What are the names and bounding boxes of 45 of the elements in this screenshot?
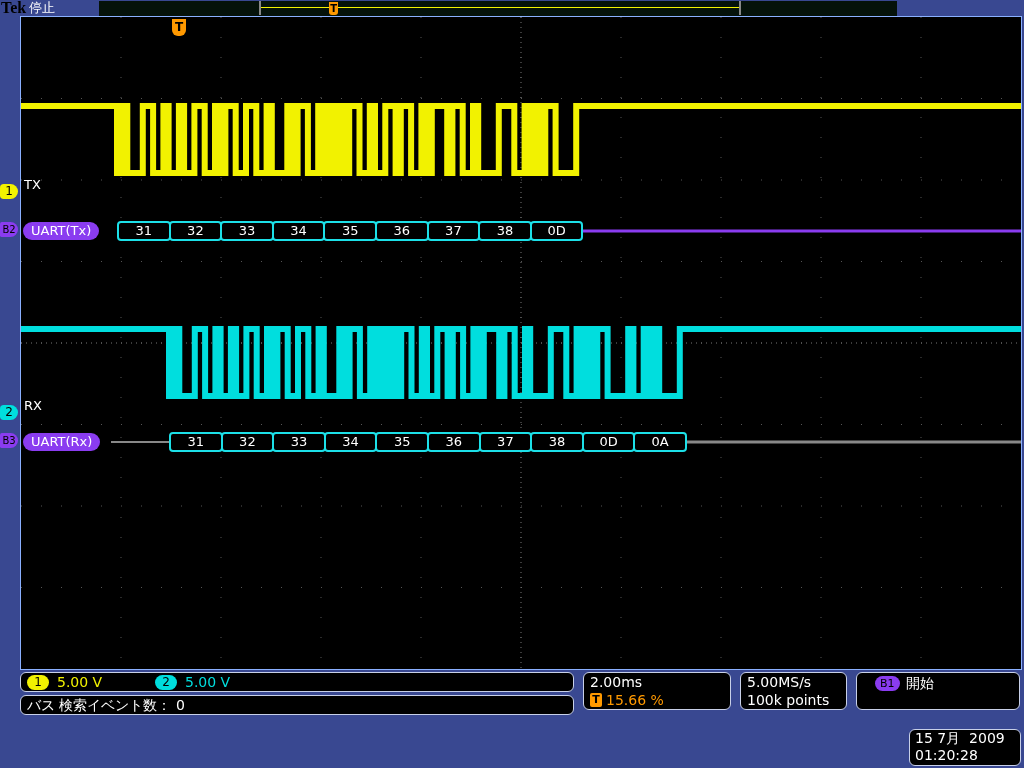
sample-rate: 5.00MS/s [747, 673, 813, 691]
trigger-state: 開始 [905, 674, 934, 692]
time-per-div: 2.00ms [590, 673, 644, 691]
channel-marker: 2 [0, 405, 18, 420]
decoded-packet: 37 [478, 432, 533, 452]
trigger-source-badge: B1 [875, 676, 900, 691]
trigger-badge: T [590, 693, 602, 707]
trigger-marker-icon: T [172, 19, 186, 36]
decoded-packet: 0D [581, 432, 636, 452]
decoded-packet: 36 [427, 432, 481, 452]
decoded-packet: 0D [529, 221, 584, 241]
record-length: 100k points [747, 691, 831, 709]
decoded-packet: 0A [633, 432, 687, 452]
decoded-packet: 35 [323, 221, 377, 241]
decoded-packet: 32 [220, 432, 275, 452]
decoded-packet: 37 [426, 221, 481, 241]
brand-logo: Tek [1, 0, 27, 16]
volts-per-div: 5.00 V [185, 673, 232, 691]
time: 01:20:28 [915, 747, 979, 764]
channel-label: RX [24, 398, 42, 414]
bus-label: UART(Rx) [23, 433, 101, 451]
run-state: 停止 [29, 0, 56, 16]
decoded-packet: 38 [530, 432, 584, 452]
decoded-packet: 34 [271, 221, 326, 241]
bus-label: UART(Tx) [23, 222, 100, 240]
bus-marker: B3 [0, 433, 18, 448]
decoded-packet: 33 [220, 221, 274, 241]
date: 15 7月 2009 [915, 730, 1006, 747]
channel-badge: 1 [27, 674, 49, 690]
channel-badge: 2 [155, 674, 177, 690]
decoded-packet: 36 [375, 221, 429, 241]
trigger-marker-icon: T [329, 1, 339, 15]
decoded-packet: 34 [323, 432, 378, 452]
trigger-position: 15.66 % [606, 691, 664, 709]
channel-label: TX [24, 177, 41, 193]
channel-marker: 1 [0, 184, 18, 199]
decoded-packet: 35 [375, 432, 429, 452]
decoded-packet: 32 [168, 221, 223, 241]
volts-per-div: 5.00 V [57, 673, 104, 691]
search-event-count: バス 検索イベント数： 0 [27, 697, 185, 713]
decoded-packet: 33 [272, 432, 326, 452]
decoded-packet: 31 [117, 221, 171, 241]
decoded-packet: 38 [478, 221, 532, 241]
decoded-packet: 31 [169, 432, 223, 452]
bus-marker: B2 [0, 222, 18, 237]
